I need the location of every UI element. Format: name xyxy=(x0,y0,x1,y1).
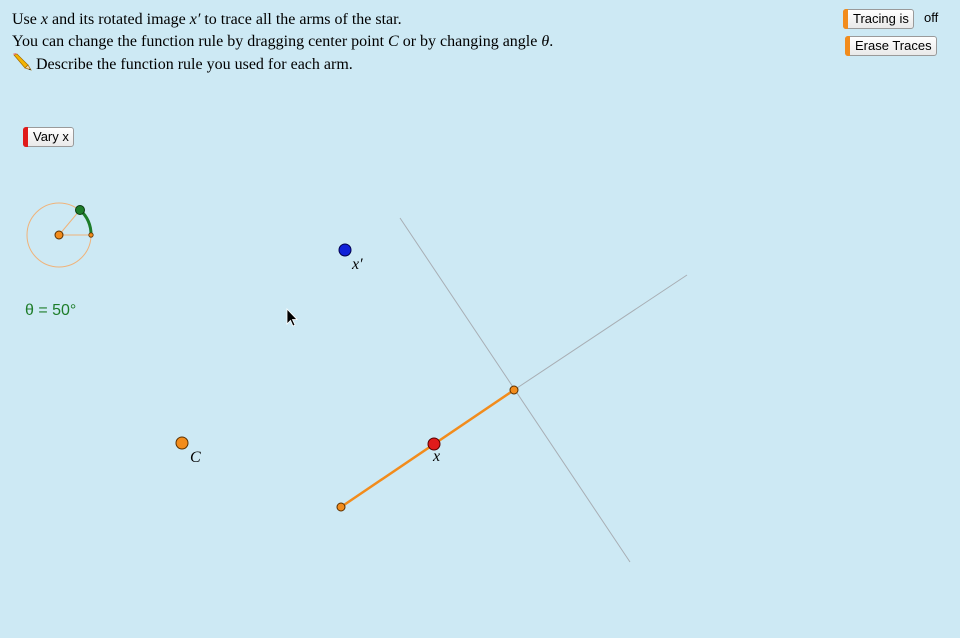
point-x-prime-label: x′ xyxy=(351,256,363,273)
center-point-c[interactable] xyxy=(175,436,189,450)
point-x-prime xyxy=(338,243,352,257)
angle-control[interactable] xyxy=(26,202,94,268)
point-x-label: x xyxy=(432,448,440,465)
segment-endpoint-start[interactable] xyxy=(336,502,346,512)
domain-segment xyxy=(340,388,515,509)
guide-line-extension xyxy=(513,274,688,391)
geometry-canvas: x x′ C xyxy=(26,202,688,563)
angle-value-label: θ = 50° xyxy=(25,302,77,319)
angle-center-point xyxy=(54,230,64,240)
angle-handle[interactable] xyxy=(75,205,85,215)
center-point-c-label: C xyxy=(190,449,201,466)
segment-endpoint-end[interactable] xyxy=(509,385,519,395)
angle-base-point xyxy=(88,232,94,238)
cursor-icon xyxy=(286,308,298,327)
